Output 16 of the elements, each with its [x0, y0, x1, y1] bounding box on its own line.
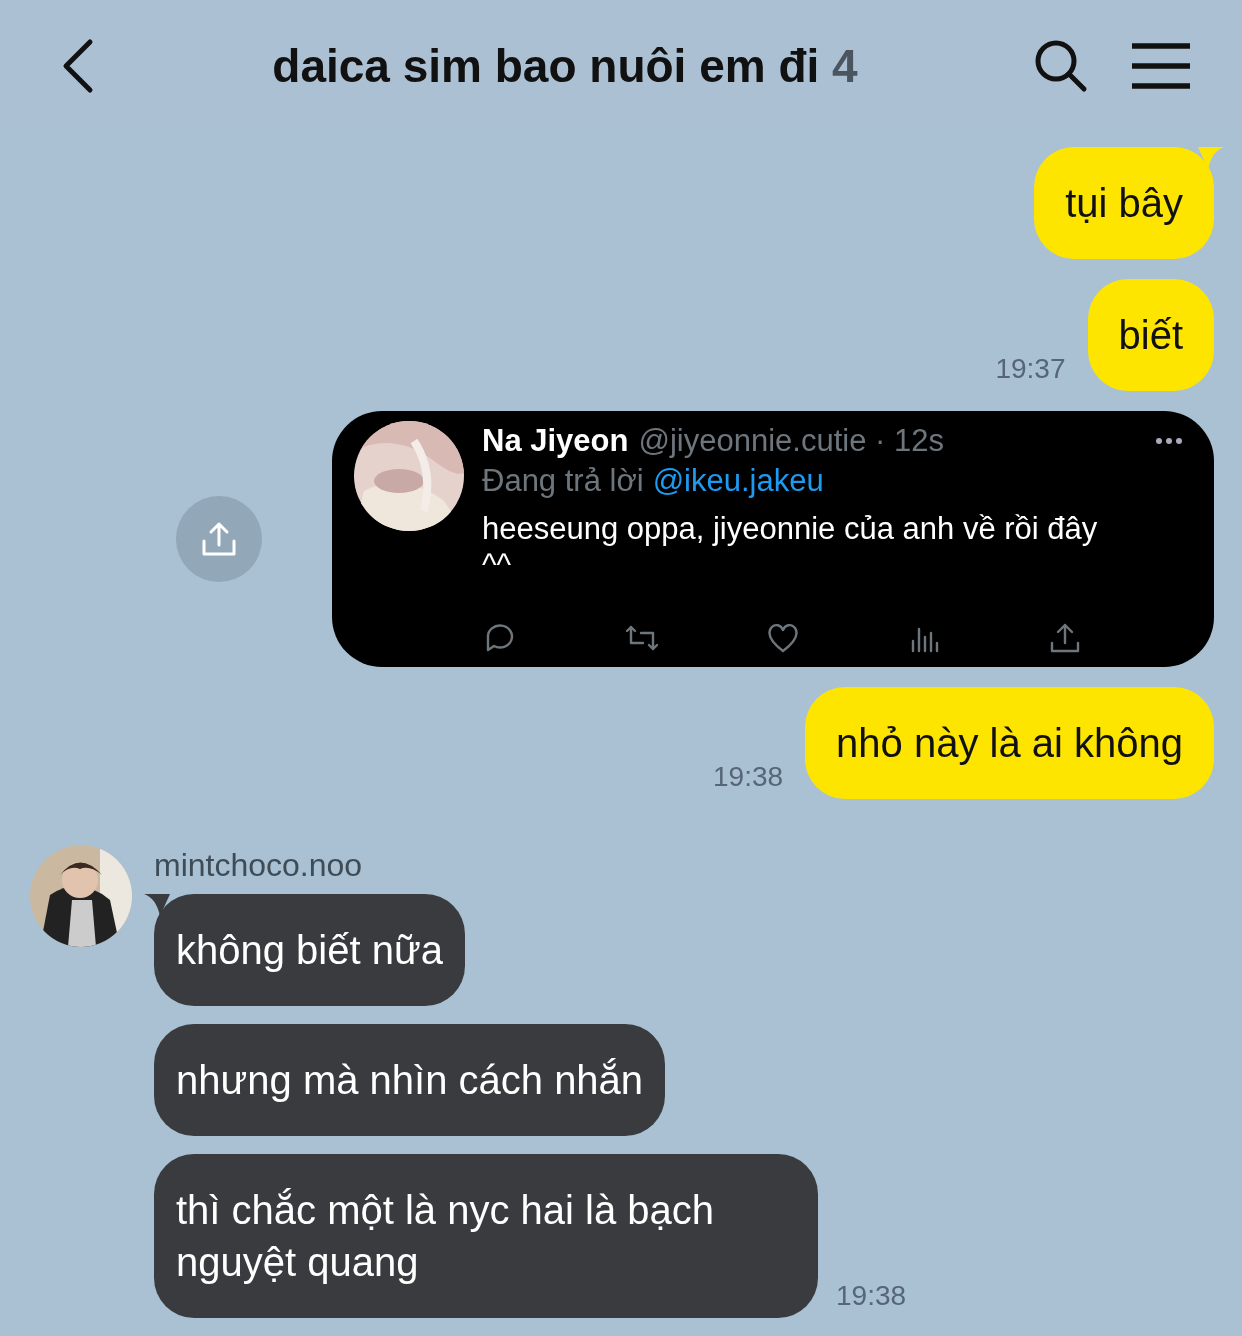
mention-link[interactable]: @ikeu.jakeu	[652, 463, 824, 499]
tweet-text: heeseung oppa, jiyeonnie của anh về rồi đây ^^	[482, 511, 1099, 583]
message-bubble: nhưng mà nhìn cách nhắn	[154, 1024, 666, 1136]
more-icon[interactable]	[1154, 436, 1184, 446]
message-time: 19:38	[836, 1280, 907, 1313]
reply-label: Đang trả lời	[482, 463, 644, 499]
tweet-handle: @jiyeonnie.cutie · 12s	[638, 423, 945, 459]
message-time: 19:37	[995, 353, 1066, 386]
chat-title: daica sim bao nuôi em đi 4	[271, 39, 858, 93]
tweet-card[interactable]: Na Jiyeon @jiyeonnie.cutie · 12s Đang trả lời @ikeu.jakeu heeseung oppa, jiyeonnie của anh về rồi đây ^^	[332, 411, 1214, 667]
message-time: 19:38	[713, 761, 784, 794]
message-bubble: thì chắc một là nyc hai là bạch nguyệt quang	[154, 1154, 818, 1318]
message-bubble: nhỏ này là ai không	[805, 687, 1214, 799]
tweet-author: Na Jiyeon	[482, 423, 629, 459]
message-bubble: biết	[1087, 279, 1214, 391]
sender-name: mintchoco.noo	[154, 847, 363, 884]
